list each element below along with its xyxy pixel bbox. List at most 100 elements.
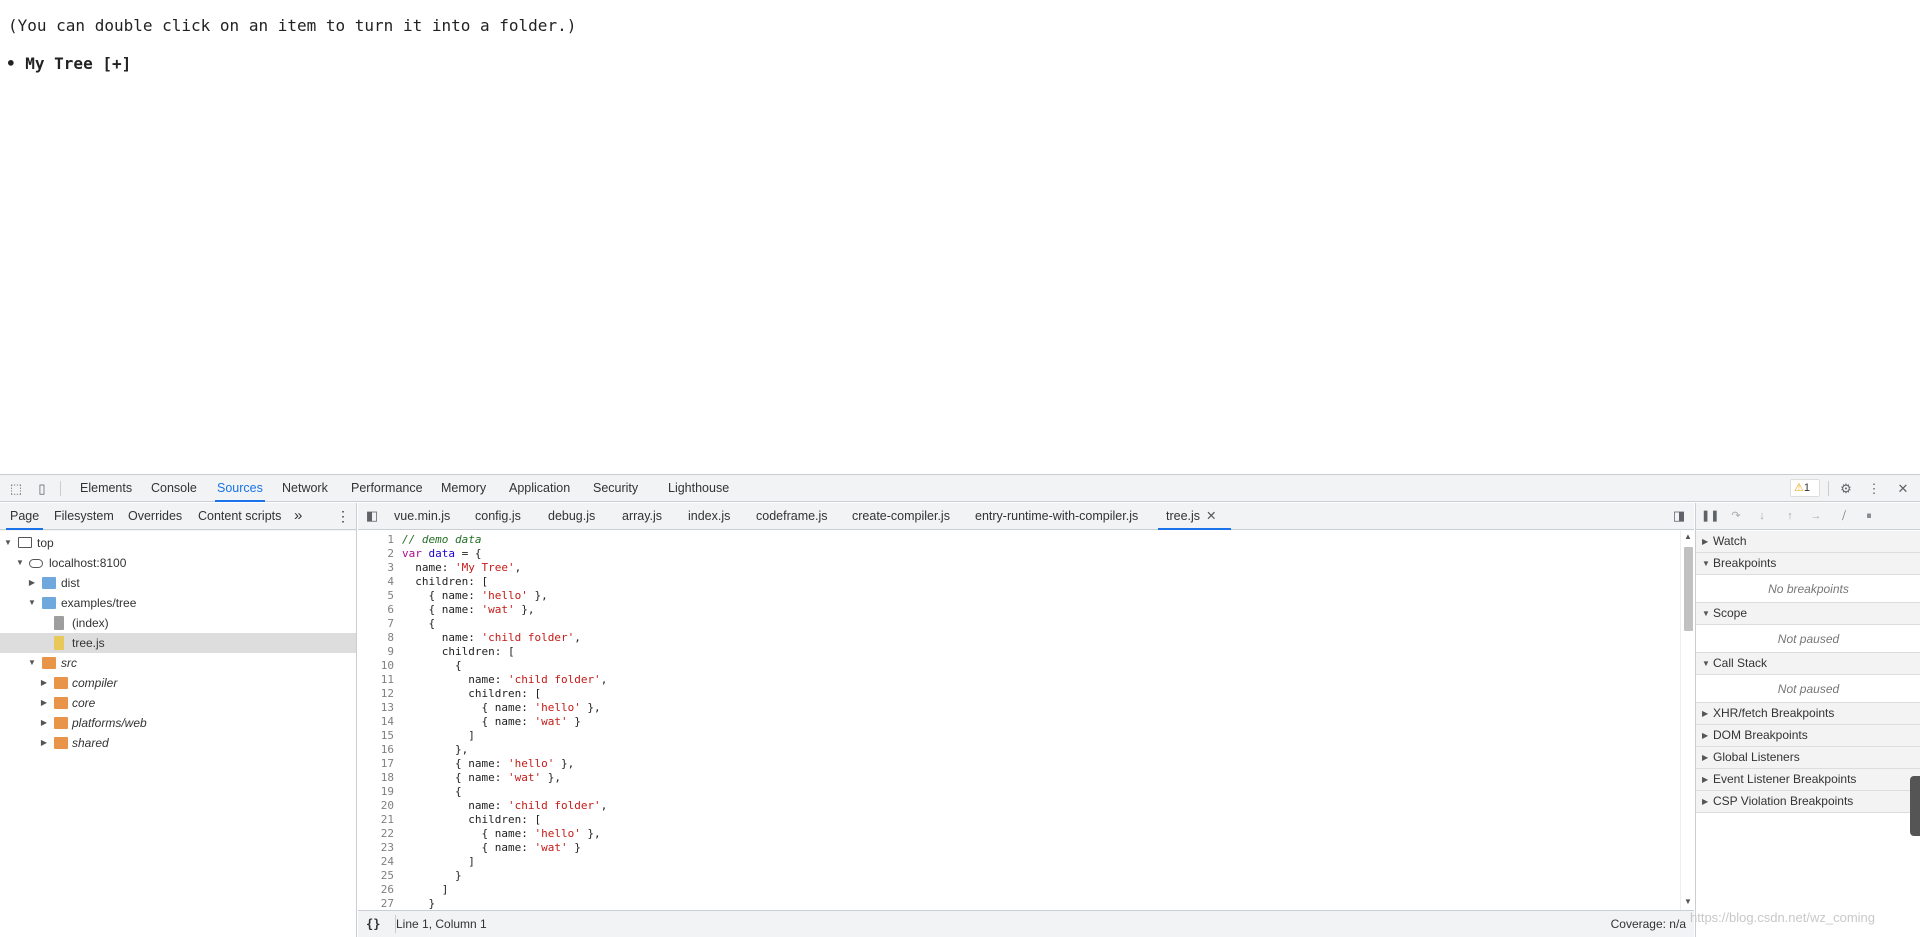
scroll-down-arrow-icon[interactable]: ▼: [1683, 897, 1693, 906]
tab-elements[interactable]: Elements: [80, 475, 132, 502]
line-number[interactable]: 26: [358, 883, 394, 897]
code-line[interactable]: 27 }: [358, 897, 1678, 910]
file-tab-index-js[interactable]: index.js: [688, 503, 730, 530]
xhr-breakpoints-section-header[interactable]: ▶ XHR/fetch Breakpoints: [1696, 703, 1920, 725]
line-number[interactable]: 8: [358, 631, 394, 645]
collapsed-arrow-icon[interactable]: ▶: [39, 733, 49, 753]
scrollbar-thumb[interactable]: [1684, 547, 1693, 631]
tree-item-src[interactable]: ▼ src: [0, 653, 356, 673]
close-icon[interactable]: ✕: [1895, 481, 1911, 497]
tab-content-scripts[interactable]: Content scripts: [198, 503, 281, 530]
tab-application[interactable]: Application: [509, 475, 570, 502]
expanded-arrow-icon[interactable]: ▼: [27, 593, 37, 613]
side-drawer-handle[interactable]: [1910, 776, 1920, 836]
global-listeners-section-header[interactable]: ▶ Global Listeners: [1696, 747, 1920, 769]
tree-item-dist[interactable]: ▶ dist: [0, 573, 356, 593]
tab-sources[interactable]: Sources: [215, 475, 265, 502]
code-line[interactable]: 5 { name: 'hello' },: [358, 589, 1678, 603]
code-line[interactable]: 6 { name: 'wat' },: [358, 603, 1678, 617]
tree-item-shared[interactable]: ▶ shared: [0, 733, 356, 753]
code-line[interactable]: 22 { name: 'hello' },: [358, 827, 1678, 841]
line-number[interactable]: 19: [358, 785, 394, 799]
collapsed-arrow-icon[interactable]: ▶: [39, 713, 49, 733]
tab-lighthouse[interactable]: Lighthouse: [668, 475, 729, 502]
tab-console[interactable]: Console: [151, 475, 197, 502]
code-line[interactable]: 2 var data = {: [358, 547, 1678, 561]
line-number[interactable]: 12: [358, 687, 394, 701]
line-number[interactable]: 18: [358, 771, 394, 785]
scope-section-header[interactable]: ▼ Scope: [1696, 603, 1920, 625]
code-line[interactable]: 26 ]: [358, 883, 1678, 897]
line-number[interactable]: 16: [358, 743, 394, 757]
toggle-debugger-icon[interactable]: ◨: [1671, 508, 1687, 524]
tab-page[interactable]: Page: [5, 503, 44, 530]
line-number[interactable]: 7: [358, 617, 394, 631]
tree-item-compiler[interactable]: ▶ compiler: [0, 673, 356, 693]
pause-on-exceptions-icon[interactable]: ⏸: [1861, 508, 1877, 524]
close-tab-icon[interactable]: ✕: [1206, 509, 1216, 523]
code-line[interactable]: 17 { name: 'hello' },: [358, 757, 1678, 771]
line-number[interactable]: 1: [358, 533, 394, 547]
tree-item-core[interactable]: ▶ core: [0, 693, 356, 713]
tab-performance[interactable]: Performance: [351, 475, 423, 502]
line-number[interactable]: 13: [358, 701, 394, 715]
line-number[interactable]: 6: [358, 603, 394, 617]
code-line[interactable]: 3 name: 'My Tree',: [358, 561, 1678, 575]
tree-item-tree-js[interactable]: tree.js: [0, 633, 356, 653]
code-line[interactable]: 25 }: [358, 869, 1678, 883]
warning-badge[interactable]: ⚠1: [1790, 479, 1820, 497]
line-number[interactable]: 20: [358, 799, 394, 813]
tree-root-item[interactable]: • My Tree [+]: [6, 54, 131, 73]
tree-item-platforms-web[interactable]: ▶ platforms/web: [0, 713, 356, 733]
line-number[interactable]: 27: [358, 897, 394, 910]
code-line[interactable]: 24 ]: [358, 855, 1678, 869]
file-tab-entry-runtime-with-compiler-js[interactable]: entry-runtime-with-compiler.js: [975, 503, 1138, 530]
tab-memory[interactable]: Memory: [441, 475, 486, 502]
step-over-icon[interactable]: ↷: [1728, 508, 1744, 524]
collapsed-arrow-icon[interactable]: ▶: [39, 693, 49, 713]
code-line[interactable]: 19 {: [358, 785, 1678, 799]
expanded-arrow-icon[interactable]: ▼: [27, 653, 37, 673]
code-line[interactable]: 1 // demo data: [358, 533, 1678, 547]
code-line[interactable]: 8 name: 'child folder',: [358, 631, 1678, 645]
pretty-print-button[interactable]: {}: [366, 911, 380, 937]
line-number[interactable]: 14: [358, 715, 394, 729]
more-tabs-chevron-icon[interactable]: »: [294, 503, 302, 530]
step-icon[interactable]: →: [1808, 508, 1824, 524]
file-tab-create-compiler-js[interactable]: create-compiler.js: [852, 503, 950, 530]
code-line[interactable]: 11 name: 'child folder',: [358, 673, 1678, 687]
file-tab-config-js[interactable]: config.js: [475, 503, 521, 530]
navigator-menu-icon[interactable]: ⋮: [336, 503, 350, 530]
line-number[interactable]: 3: [358, 561, 394, 575]
expanded-arrow-icon[interactable]: ▼: [3, 533, 13, 553]
file-tab-vue-min-js[interactable]: vue.min.js: [394, 503, 450, 530]
line-number[interactable]: 17: [358, 757, 394, 771]
code-line[interactable]: 23 { name: 'wat' }: [358, 841, 1678, 855]
vertical-scrollbar[interactable]: ▲ ▼: [1680, 531, 1694, 910]
tab-overrides[interactable]: Overrides: [128, 503, 182, 530]
line-number[interactable]: 2: [358, 547, 394, 561]
tree-item-index[interactable]: (index): [0, 613, 356, 633]
code-line[interactable]: 4 children: [: [358, 575, 1678, 589]
code-line[interactable]: 16 },: [358, 743, 1678, 757]
call-stack-section-header[interactable]: ▼ Call Stack: [1696, 653, 1920, 675]
code-line[interactable]: 9 children: [: [358, 645, 1678, 659]
tab-filesystem[interactable]: Filesystem: [54, 503, 114, 530]
tree-item-localhost[interactable]: ▼ localhost:8100: [0, 553, 356, 573]
code-area[interactable]: 1// demo data 2 var data = {3 name: 'My Tr…: [358, 531, 1678, 910]
line-number[interactable]: 10: [358, 659, 394, 673]
expanded-arrow-icon[interactable]: ▼: [15, 553, 25, 573]
tab-network[interactable]: Network: [282, 475, 328, 502]
pause-icon[interactable]: ❚❚: [1701, 508, 1719, 524]
watch-section-header[interactable]: ▶ Watch: [1696, 531, 1920, 553]
line-number[interactable]: 23: [358, 841, 394, 855]
code-line[interactable]: 18 { name: 'wat' },: [358, 771, 1678, 785]
code-line[interactable]: 14 { name: 'wat' }: [358, 715, 1678, 729]
collapsed-arrow-icon[interactable]: ▶: [27, 573, 37, 593]
coverage-status[interactable]: Coverage: n/a: [1611, 911, 1686, 937]
step-into-icon[interactable]: ↓: [1754, 508, 1770, 524]
code-line[interactable]: 21 children: [: [358, 813, 1678, 827]
inspect-element-icon[interactable]: ⬚: [8, 481, 24, 497]
line-number[interactable]: 25: [358, 869, 394, 883]
scroll-up-arrow-icon[interactable]: ▲: [1683, 532, 1693, 541]
